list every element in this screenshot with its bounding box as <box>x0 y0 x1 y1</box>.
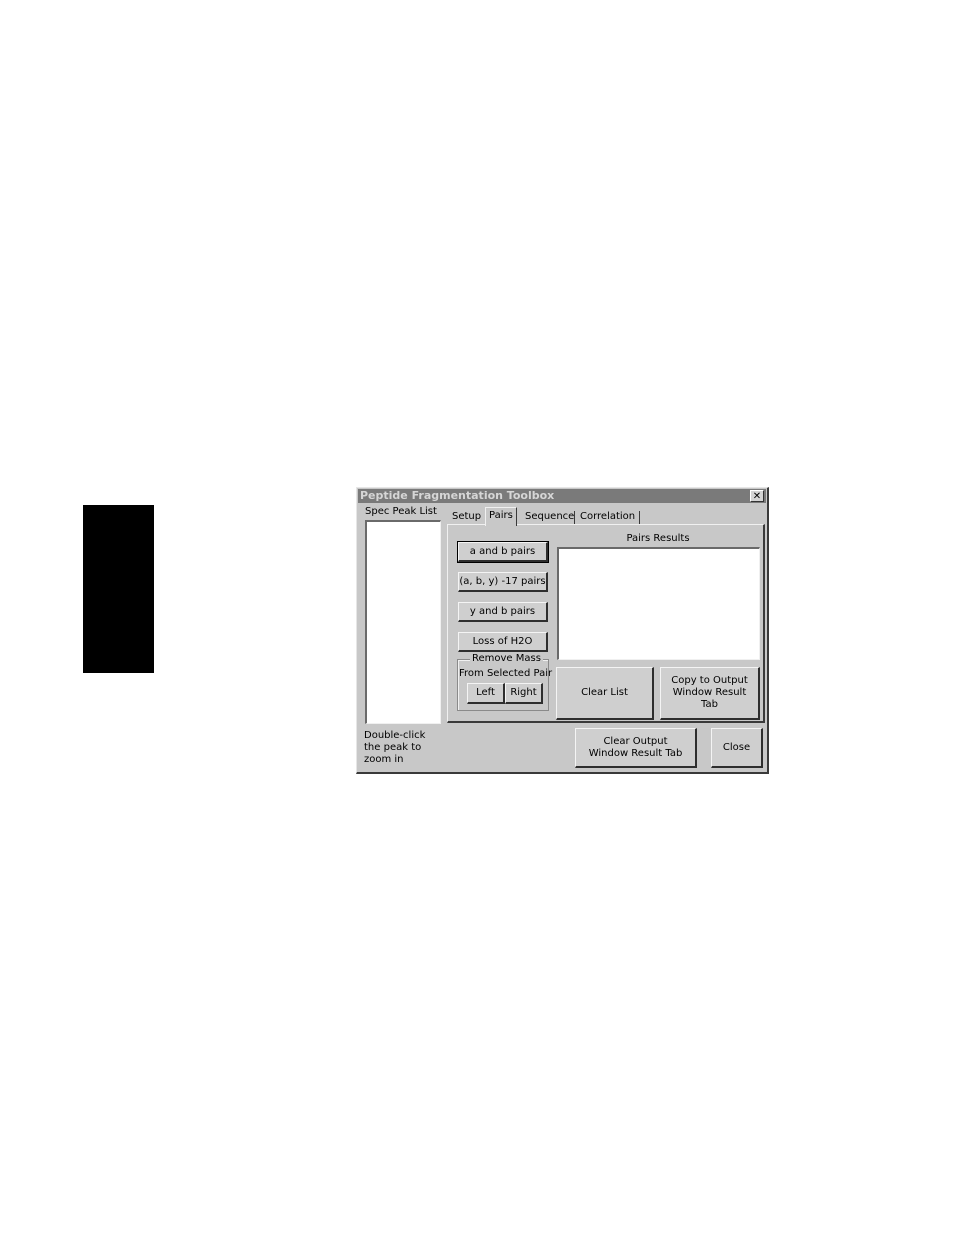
tab-correlation[interactable]: Correlation <box>577 509 638 525</box>
clear-list-button[interactable]: Clear List <box>556 667 654 720</box>
dialog-title: Peptide Fragmentation Toolbox <box>360 489 555 502</box>
remove-mass-title: Remove Mass <box>470 653 543 664</box>
loss-of-h2o-button[interactable]: Loss of H2O <box>458 632 548 652</box>
close-button[interactable]: Close <box>711 728 763 768</box>
pairs-results-label: Pairs Results <box>626 533 690 544</box>
remove-mass-subtitle: From Selected Pair <box>459 668 553 679</box>
peptide-fragmentation-dialog: Peptide Fragmentation Toolbox ✕ Spec Pea… <box>356 487 769 774</box>
page-edge-tab <box>83 505 154 673</box>
pairs-results-listbox[interactable] <box>557 547 760 660</box>
spec-peak-listbox[interactable] <box>365 520 441 724</box>
tab-sequence[interactable]: Sequence <box>522 509 577 525</box>
copy-to-output-button[interactable]: Copy to Output Window Result Tab <box>660 667 760 720</box>
remove-mass-left-button[interactable]: Left <box>467 683 505 704</box>
aby-minus-17-pairs-button[interactable]: (a, b, y) -17 pairs <box>458 572 548 592</box>
tab-separator <box>639 511 640 525</box>
tab-separator <box>574 511 575 525</box>
spec-peak-list-label: Spec Peak List <box>365 506 437 517</box>
title-bar: Peptide Fragmentation Toolbox ✕ <box>358 489 766 503</box>
a-and-b-pairs-button[interactable]: a and b pairs <box>457 541 549 563</box>
peak-zoom-hint: Double-click the peak to zoom in <box>364 730 426 765</box>
clear-output-window-button[interactable]: Clear Output Window Result Tab <box>575 728 697 768</box>
tab-pairs[interactable]: Pairs <box>485 507 517 526</box>
y-and-b-pairs-button[interactable]: y and b pairs <box>458 602 548 622</box>
remove-mass-right-button[interactable]: Right <box>505 683 543 704</box>
tab-setup[interactable]: Setup <box>449 509 484 525</box>
close-icon[interactable]: ✕ <box>750 490 764 502</box>
